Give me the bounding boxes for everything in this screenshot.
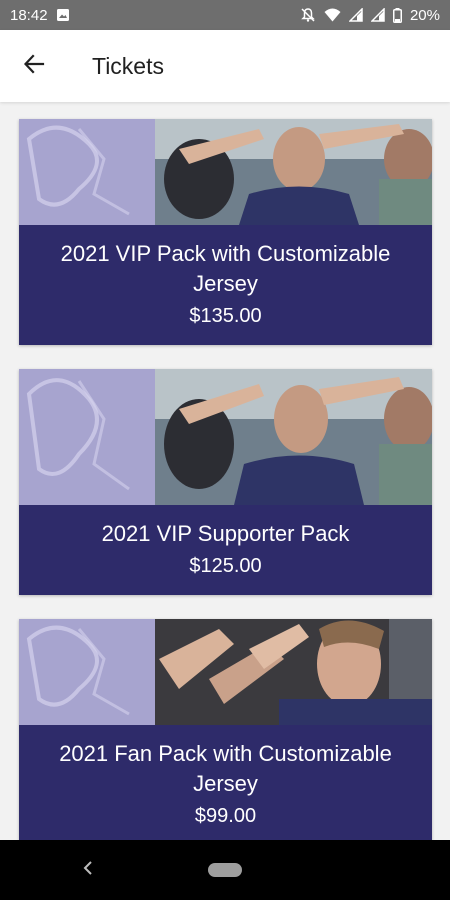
ticket-name: 2021 Fan Pack with Customizable Jersey — [59, 741, 392, 796]
ticket-price: $125.00 — [189, 555, 262, 577]
image-notification-icon — [56, 8, 70, 22]
ticket-name: 2021 VIP Supporter Pack — [101, 521, 350, 546]
ticket-banner-image — [19, 619, 432, 725]
ticket-card[interactable]: 2021 VIP Pack with Customizable Jersey $… — [19, 119, 432, 345]
ticket-price: $99.00 — [194, 805, 257, 827]
home-pill-icon[interactable] — [208, 863, 242, 877]
ticket-price: $135.00 — [189, 305, 262, 327]
nav-back-chevron-icon — [83, 860, 93, 880]
battery-icon — [392, 7, 402, 23]
status-bar: 18:42 20% — [0, 0, 450, 30]
app-bar: Tickets — [0, 30, 450, 102]
notifications-off-icon — [300, 7, 316, 23]
status-time: 18:42 — [10, 6, 48, 24]
battery-percent: 20% — [409, 6, 440, 24]
signal-icon — [348, 8, 363, 22]
arrow-left-icon — [23, 53, 45, 80]
back-button[interactable] — [6, 38, 62, 94]
status-left: 18:42 — [10, 7, 70, 24]
ticket-banner-image — [19, 119, 432, 225]
ticket-card[interactable]: 2021 Fan Pack with Customizable Jersey $… — [19, 619, 432, 840]
page-title: Tickets — [92, 52, 164, 79]
wifi-icon — [324, 8, 341, 22]
ticket-caption: 2021 VIP Pack with Customizable Jersey $… — [19, 225, 432, 345]
nav-back-button[interactable] — [76, 858, 100, 882]
ticket-card[interactable]: 2021 VIP Supporter Pack $125.00 — [19, 369, 432, 595]
ticket-list: 2021 VIP Pack with Customizable Jersey $… — [0, 102, 450, 840]
signal-icon — [370, 8, 385, 22]
ticket-caption: 2021 Fan Pack with Customizable Jersey $… — [19, 725, 432, 840]
ticket-name: 2021 VIP Pack with Customizable Jersey — [60, 241, 391, 296]
status-right: 20% — [300, 7, 440, 24]
system-navigation-bar — [0, 840, 450, 900]
ticket-banner-image — [19, 369, 432, 505]
ticket-caption: 2021 VIP Supporter Pack $125.00 — [19, 505, 432, 595]
